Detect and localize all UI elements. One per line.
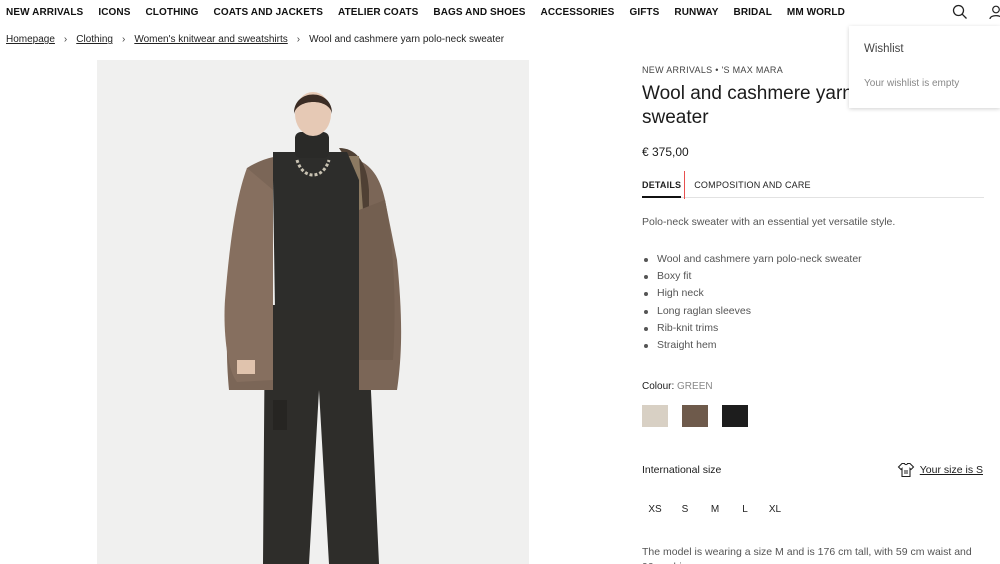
search-icon[interactable] [952,4,968,20]
nav-item-clothing[interactable]: CLOTHING [145,7,198,18]
nav-item-new-arrivals[interactable]: NEW ARRIVALS [6,7,83,18]
chevron-right-icon: › [296,34,301,45]
colour-swatches [642,405,984,428]
product-price: € 375,00 [642,145,689,159]
model-photo [97,60,529,564]
detail-item: Rib-knit trims [642,320,984,337]
user-icon[interactable] [988,4,1000,20]
colour-swatch-brown[interactable] [682,405,708,428]
detail-item: Wool and cashmere yarn polo-neck sweater [642,251,984,268]
wishlist-title: Wishlist [864,43,904,55]
size-option-xl[interactable]: XL [758,504,792,515]
breadcrumb-clothing[interactable]: Clothing [76,34,113,45]
shirt-size-icon [897,463,915,478]
breadcrumb-homepage[interactable]: Homepage [6,34,55,45]
product-image[interactable] [97,60,529,564]
nav-item-bags-and-shoes[interactable]: BAGS AND SHOES [433,7,525,18]
top-navigation: NEW ARRIVALS ICONS CLOTHING COATS AND JA… [0,0,1000,24]
nav-item-gifts[interactable]: GIFTS [629,7,659,18]
model-size-note: The model is wearing a size M and is 176… [642,546,972,564]
detail-item: Boxy fit [642,268,984,285]
size-label: International size [642,464,722,477]
detail-item: High neck [642,285,984,302]
size-option-s[interactable]: S [668,504,702,515]
size-option-m[interactable]: M [698,504,732,515]
tab-composition-and-care[interactable]: COMPOSITION AND CARE [694,180,811,197]
product-tabs: DETAILS COMPOSITION AND CARE [642,171,984,199]
nav-item-runway[interactable]: RUNWAY [674,7,718,18]
colour-swatch-beige[interactable] [642,405,668,428]
detail-item: Straight hem [642,337,984,354]
chevron-right-icon: › [121,34,126,45]
product-description: Polo-neck sweater with an essential yet … [642,216,896,228]
product-info: NEW ARRIVALS • 'S MAX MARA Wool and cash… [642,60,984,564]
wishlist-empty-text: Your wishlist is empty [864,78,960,89]
nav-actions [952,0,1000,24]
detail-item: Long raglan sleeves [642,303,984,320]
nav-item-atelier-coats[interactable]: ATELIER COATS [338,7,418,18]
size-guide-text: Your size is S [919,464,983,477]
main-menu: NEW ARRIVALS ICONS CLOTHING COATS AND JA… [0,7,845,18]
nav-item-icons[interactable]: ICONS [98,7,130,18]
size-guide-link[interactable]: Your size is S [897,462,983,478]
wishlist-popup: Wishlist Your wishlist is empty [849,26,1000,108]
product-details-list: Wool and cashmere yarn polo-neck sweater… [642,251,984,354]
size-option-l[interactable]: L [728,504,762,515]
colour-label: Colour: [642,381,675,393]
colour-swatch-black[interactable] [722,405,748,428]
size-options: XS S M L XL [642,504,984,515]
breadcrumb: Homepage › Clothing › Women's knitwear a… [6,34,504,45]
chevron-right-icon: › [63,34,68,45]
breadcrumb-current: Wool and cashmere yarn polo-neck sweater [309,34,505,45]
breadcrumb-knitwear[interactable]: Women's knitwear and sweatshirts [134,34,287,45]
colour-value: GREEN [677,381,713,393]
size-option-xs[interactable]: XS [638,504,672,515]
nav-item-mm-world[interactable]: MM WORLD [787,7,845,18]
nav-item-accessories[interactable]: ACCESSORIES [541,7,615,18]
nav-item-bridal[interactable]: BRIDAL [734,7,772,18]
nav-item-coats-and-jackets[interactable]: COATS AND JACKETS [214,7,323,18]
size-header: International size Your size is S [642,462,984,478]
tab-details[interactable]: DETAILS [642,171,686,199]
colour-selector-label: Colour: GREEN [642,381,984,392]
